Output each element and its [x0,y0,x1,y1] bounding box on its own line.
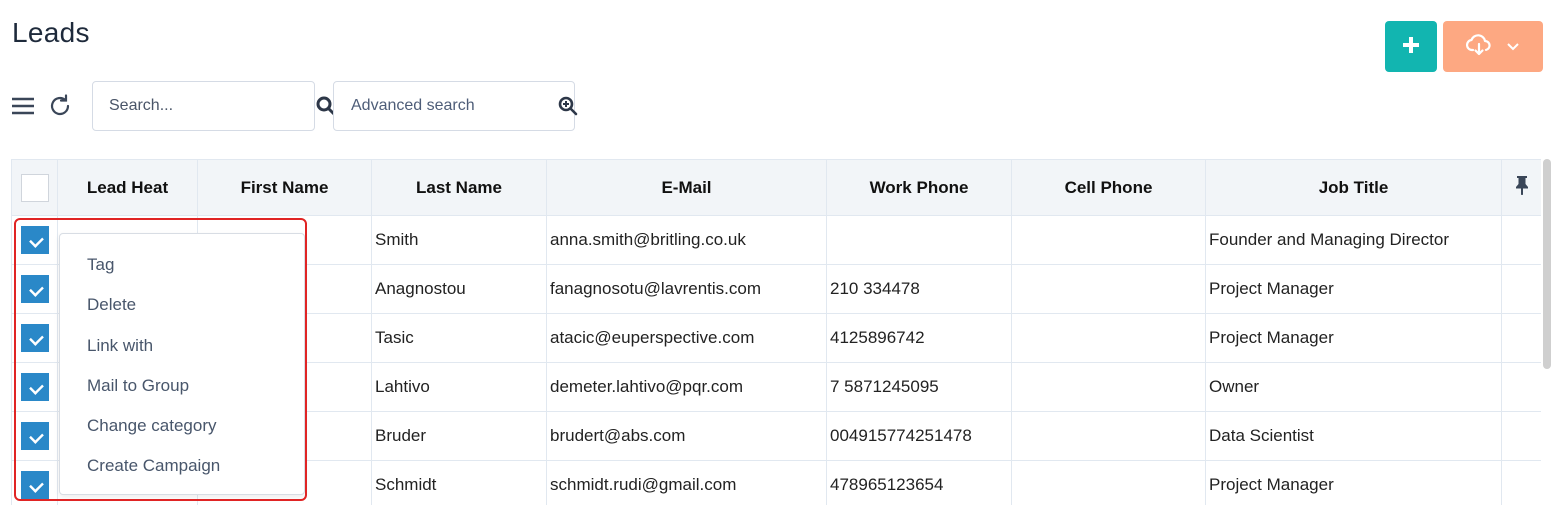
email-cell: demeter.lahtivo@pqr.com [546,362,827,412]
email-cell: schmidt.rudi@gmail.com [546,460,827,505]
row-checkbox[interactable] [20,275,49,303]
row-select-cell [11,313,58,363]
row-checkbox[interactable] [20,422,49,450]
cell-phone-cell [1011,313,1206,363]
work-phone-cell: 7 5871245095 [826,362,1012,412]
row-checkbox[interactable] [20,373,49,401]
email-cell: brudert@abs.com [546,411,827,461]
refresh-icon[interactable] [46,92,74,120]
row-select-cell [11,460,58,505]
pin-cell [1501,215,1541,265]
advanced-search-field[interactable] [333,81,578,131]
email-cell: fanagnosotu@lavrentis.com [546,264,827,314]
job-title-cell: Data Scientist [1205,411,1502,461]
email-cell: atacic@euperspective.com [546,313,827,363]
hamburger-icon[interactable] [10,94,36,118]
search-input[interactable] [109,97,316,115]
job-title-cell: Project Manager [1205,264,1502,314]
pin-cell [1501,264,1541,314]
pin-cell [1501,362,1541,412]
column-header-first-name[interactable]: First Name [197,159,372,216]
menu-item-mail-to-group[interactable]: Mail to Group [60,366,304,406]
cell-phone-cell [1011,215,1206,265]
zoom-in-icon[interactable] [558,96,578,116]
cell-phone-cell [1011,362,1206,412]
cell-phone-cell [1011,460,1206,505]
page-title: Leads [12,17,90,48]
last-name-cell: Bruder [371,411,547,461]
cell-phone-cell [1011,411,1206,461]
work-phone-cell: 478965123654 [826,460,1012,505]
column-header-email[interactable]: E-Mail [546,159,827,216]
job-title-cell: Project Manager [1205,460,1502,505]
bulk-actions-menu: Tag Delete Link with Mail to Group Chang… [59,233,305,495]
last-name-cell: Tasic [371,313,547,363]
pin-cell [1501,460,1541,505]
job-title-cell: Founder and Managing Director [1205,215,1502,265]
menu-item-link-with[interactable]: Link with [60,326,304,366]
last-name-cell: Schmidt [371,460,547,505]
search-field[interactable] [92,81,336,131]
cloud-download-icon [1465,33,1492,60]
row-select-cell [11,264,58,314]
menu-item-tag[interactable]: Tag [60,245,304,285]
pin-column-header[interactable] [1501,159,1541,216]
column-header-lead-heat[interactable]: Lead Heat [57,159,198,216]
menu-item-delete[interactable]: Delete [60,285,304,325]
select-all-checkbox[interactable] [20,173,49,202]
job-title-cell: Owner [1205,362,1502,412]
row-select-cell [11,362,58,412]
menu-item-change-category[interactable]: Change category [60,406,304,446]
work-phone-cell: 210 334478 [826,264,1012,314]
column-header-cell-phone[interactable]: Cell Phone [1011,159,1206,216]
chevron-down-icon [1506,39,1520,54]
column-header-last-name[interactable]: Last Name [371,159,547,216]
pin-icon[interactable] [1515,176,1529,199]
pin-cell [1501,313,1541,363]
pin-cell [1501,411,1541,461]
column-header-job-title[interactable]: Job Title [1205,159,1502,216]
row-checkbox[interactable] [20,226,49,254]
export-dropdown-button[interactable] [1443,21,1543,72]
column-header-work-phone[interactable]: Work Phone [826,159,1012,216]
row-checkbox[interactable] [20,324,49,352]
work-phone-cell: 4125896742 [826,313,1012,363]
work-phone-cell: 004915774251478 [826,411,1012,461]
table-vertical-scrollbar[interactable] [1543,159,1551,369]
row-select-cell [11,215,58,265]
last-name-cell: Lahtivo [371,362,547,412]
cell-phone-cell [1011,264,1206,314]
table-header-row: Lead Heat First Name Last Name E-Mail Wo… [11,159,1541,216]
last-name-cell: Anagnostou [371,264,547,314]
menu-item-create-campaign[interactable]: Create Campaign [60,446,304,486]
work-phone-cell [826,215,1012,265]
select-all-header [11,159,58,216]
last-name-cell: Smith [371,215,547,265]
job-title-cell: Project Manager [1205,313,1502,363]
email-cell: anna.smith@britling.co.uk [546,215,827,265]
add-lead-button[interactable] [1385,21,1437,72]
plus-icon [1403,37,1419,56]
advanced-search-input[interactable] [351,97,558,115]
row-checkbox[interactable] [20,471,49,499]
row-select-cell [11,411,58,461]
